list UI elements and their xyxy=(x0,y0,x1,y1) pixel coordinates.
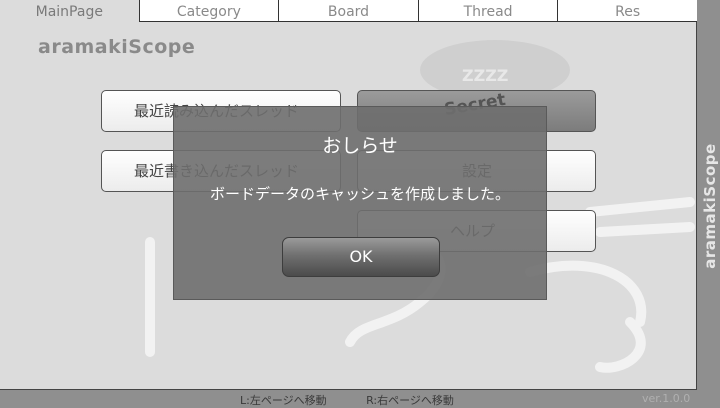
right-page-hint: R:右ページへ移動 xyxy=(366,394,454,407)
notice-dialog: おしらせ ボードデータのキャッシュを作成しました。 OK xyxy=(173,106,547,300)
app-title: aramakiScope xyxy=(38,36,196,58)
tab-res[interactable]: Res xyxy=(558,0,697,22)
side-title: aramakiScope xyxy=(700,143,719,269)
tab-bar: MainPage Category Board Thread Res xyxy=(0,0,697,22)
tab-category[interactable]: Category xyxy=(139,0,280,22)
ok-button[interactable]: OK xyxy=(282,237,440,277)
version-label: ver.1.0.0 xyxy=(642,392,691,405)
left-page-hint: L:左ページへ移動 xyxy=(240,394,327,407)
tab-mainpage[interactable]: MainPage xyxy=(0,0,140,22)
tab-board[interactable]: Board xyxy=(279,0,419,22)
side-title-bar: aramakiScope xyxy=(699,22,720,390)
footer-hints: L:左ページへ移動 R:右ページへ移動 xyxy=(240,392,490,408)
dialog-message: ボードデータのキャッシュを作成しました。 xyxy=(209,185,510,203)
tab-thread[interactable]: Thread xyxy=(418,0,559,22)
sleep-text: ZZZZ xyxy=(462,66,509,85)
dialog-title: おしらせ xyxy=(322,135,398,157)
